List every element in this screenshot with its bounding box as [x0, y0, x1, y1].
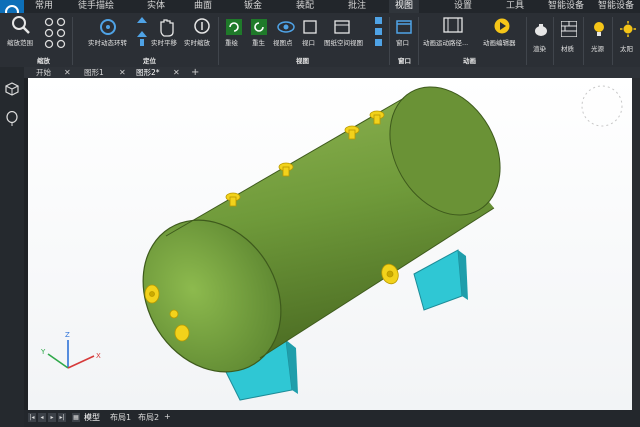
drawing-space-view-button[interactable]: 图纸空间视图: [324, 37, 363, 47]
zoom-extents-button[interactable]: 缩放范围: [7, 37, 33, 47]
doc-tab-drawing2[interactable]: 图形2*: [136, 67, 160, 78]
window-icon[interactable]: [396, 19, 412, 38]
tab-surface[interactable]: 曲面: [194, 0, 212, 13]
navigate-arrows-icon[interactable]: [136, 17, 148, 51]
redraw-button[interactable]: 重绘: [225, 37, 238, 47]
zoom-tools-icon[interactable]: [44, 17, 68, 57]
left-toolbar: [0, 67, 24, 427]
close-tab-start-icon[interactable]: ✕: [64, 67, 71, 78]
redraw-icon[interactable]: [226, 19, 242, 39]
ucs-axes-icon: Z Y X: [40, 331, 101, 369]
saddle-support-back: [413, 249, 468, 311]
animation-editor-icon[interactable]: [494, 18, 510, 38]
axis-label-y: Y: [40, 348, 46, 356]
render-teapot-icon[interactable]: [533, 21, 549, 41]
axis-label-z: Z: [65, 331, 70, 339]
realtime-pan-button[interactable]: 实时平移: [151, 37, 177, 47]
window-button[interactable]: 窗口: [396, 37, 409, 47]
view-cube-icon[interactable]: [581, 85, 623, 127]
layout-grid-icon[interactable]: ▦: [72, 413, 80, 422]
viewport-icon[interactable]: [303, 19, 317, 38]
light-button[interactable]: 光源: [591, 43, 604, 53]
3d-viewport[interactable]: Z Y X: [28, 78, 632, 410]
render-button[interactable]: 渲染: [533, 43, 546, 53]
close-tab-drawing1-icon[interactable]: ✕: [119, 67, 126, 78]
cube-view-icon[interactable]: [5, 81, 19, 100]
close-tab-drawing2-icon[interactable]: ✕: [173, 67, 180, 78]
tab-solid[interactable]: 实体: [147, 0, 165, 13]
tab-sketch[interactable]: 徒手描绘: [78, 0, 114, 13]
tank-model: Z Y X: [40, 85, 623, 401]
animation-path-icon[interactable]: [443, 17, 463, 37]
zoom-realtime-icon[interactable]: [193, 17, 211, 39]
material-brick-icon[interactable]: [560, 20, 578, 41]
layout-tab-1[interactable]: 布局1: [110, 412, 131, 423]
tab-sheet-metal[interactable]: 钣金: [244, 0, 262, 13]
animation-path-button[interactable]: 动画运动路径...: [423, 37, 468, 47]
regen-button[interactable]: 重生: [252, 37, 265, 47]
viewpoint-eye-icon[interactable]: [277, 19, 295, 38]
material-button[interactable]: 材质: [561, 43, 574, 53]
cad-application: 常用 徒手描绘 实体 曲面 钣金 装配 批注 视图 设置 工具 智能设备 智能设…: [0, 0, 640, 427]
ribbon-tab-bar: 常用 徒手描绘 实体 曲面 钣金 装配 批注 视图 设置 工具 智能设备 智能设…: [0, 0, 640, 24]
animation-editor-button[interactable]: 动画编辑器: [483, 37, 516, 47]
doc-tab-start[interactable]: 开始: [36, 67, 51, 78]
tab-assembly[interactable]: 装配: [296, 0, 314, 13]
tab-smart-device-2[interactable]: 智能设备: [598, 0, 634, 13]
balloon-icon[interactable]: [5, 110, 19, 131]
viewpoint-button[interactable]: 视图点: [273, 37, 293, 47]
group-label-window: 窗口: [398, 57, 411, 65]
document-tab-bar: 开始 ✕ 图形1 ✕ 图形2* ✕ +: [24, 67, 640, 78]
last-layout-icon[interactable]: ▸|: [58, 413, 66, 422]
ribbon-panel: 缩放范围 实时动态环转 实时平移 实时缩放 重绘 重生 视图点 视口 图纸空间视…: [0, 13, 640, 68]
right-scrollbar[interactable]: [632, 78, 640, 410]
group-label-view: 视图: [296, 57, 309, 65]
viewport-button[interactable]: 视口: [302, 37, 315, 47]
zoom-extents-icon[interactable]: [11, 15, 31, 39]
tab-common[interactable]: 常用: [35, 0, 53, 13]
realtime-zoom-button[interactable]: 实时缩放: [184, 37, 210, 47]
sun-icon[interactable]: [620, 21, 636, 41]
doc-tab-drawing1[interactable]: 图形1: [84, 67, 104, 78]
light-bulb-icon[interactable]: [592, 21, 606, 41]
prev-layout-icon[interactable]: ◂: [38, 413, 46, 422]
tab-smart-device-1[interactable]: 智能设备: [548, 0, 584, 13]
first-layout-icon[interactable]: |◂: [28, 413, 36, 422]
regen-icon[interactable]: [251, 19, 267, 39]
realtime-orbit-button[interactable]: 实时动态环转: [88, 37, 127, 47]
tab-tools[interactable]: 工具: [506, 0, 524, 13]
drawing-space-icon[interactable]: [334, 19, 350, 38]
add-layout-icon[interactable]: +: [164, 412, 171, 421]
next-layout-icon[interactable]: ▸: [48, 413, 56, 422]
tab-view[interactable]: 视图: [389, 0, 420, 13]
group-label-locate: 定位: [143, 57, 156, 65]
layout-tab-model[interactable]: 模型: [84, 412, 100, 423]
tab-settings[interactable]: 设置: [454, 0, 472, 13]
sun-button[interactable]: 太阳: [620, 43, 633, 53]
layout-tab-bar: |◂ ◂ ▸ ▸| ▦ 模型 布局1 布局2 +: [24, 410, 640, 427]
layout-tab-2[interactable]: 布局2: [138, 412, 159, 423]
new-tab-plus-icon[interactable]: +: [191, 67, 199, 78]
group-label-animation: 动画: [463, 57, 476, 65]
axis-label-x: X: [96, 352, 101, 360]
group-label-zoom: 缩放: [37, 57, 50, 65]
tab-annotate[interactable]: 批注: [348, 0, 366, 13]
view-extra-icon[interactable]: [375, 17, 383, 51]
